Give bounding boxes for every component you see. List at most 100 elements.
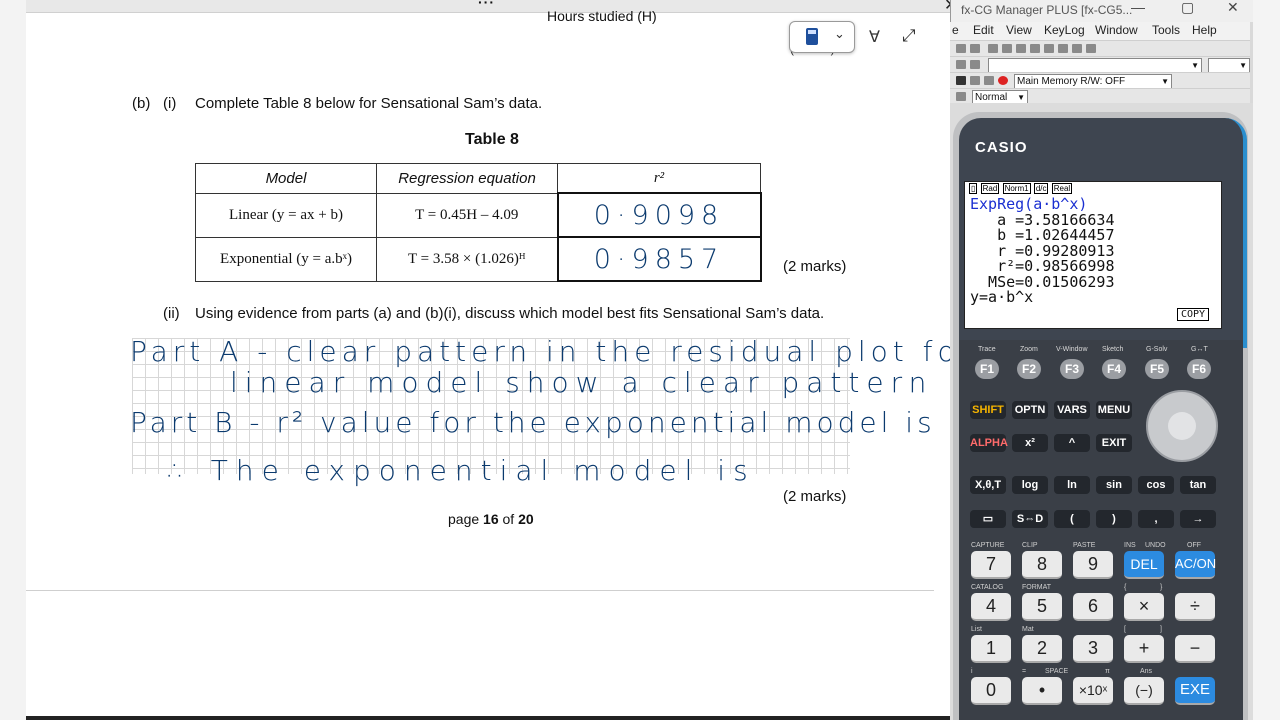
key-4[interactable]: 4 — [971, 593, 1011, 621]
play-icon[interactable] — [956, 76, 966, 85]
stop-icon[interactable] — [970, 76, 980, 85]
key-optn[interactable]: OPTN — [1012, 401, 1048, 419]
find-icon[interactable] — [1072, 44, 1082, 53]
undo-icon[interactable] — [1044, 44, 1054, 53]
table-8: Model Regression equation r² Linear (y =… — [195, 163, 762, 282]
manager-title: fx-CG Manager PLUS [fx-CG5... — [961, 3, 1133, 17]
key-s-d[interactable]: S⇔D — [1012, 510, 1048, 528]
model-linear: Linear (y = ax + b) — [195, 192, 377, 238]
calculator-tool-button[interactable]: ⌄ — [789, 21, 855, 53]
answer-linear[interactable]: 0·9098 — [556, 192, 762, 238]
key-log[interactable]: log — [1012, 476, 1048, 494]
key-f4[interactable]: F4 — [1102, 359, 1126, 379]
key-3[interactable]: 3 — [1073, 635, 1113, 663]
pause-icon[interactable] — [984, 76, 994, 85]
key-9[interactable]: 9 — [1073, 551, 1113, 579]
close-window-icon[interactable]: ✕ — [1227, 0, 1239, 16]
key-multiply[interactable]: × — [1124, 593, 1164, 621]
key-power[interactable]: ^ — [1054, 434, 1090, 452]
tool-icon[interactable] — [1086, 44, 1096, 53]
paste-icon[interactable] — [1030, 44, 1040, 53]
screen-icon[interactable] — [956, 60, 966, 69]
label-open-bracket: [ — [1124, 626, 1126, 633]
key-arrow[interactable]: → — [1180, 510, 1216, 528]
manager-title-bar: fx-CG Manager PLUS [fx-CG5... — ▢ ✕ — [950, 0, 1280, 22]
key-alpha[interactable]: ALPHA — [970, 434, 1008, 452]
memory-combo[interactable]: Main Memory R/W: OFF ▼ — [1014, 74, 1172, 89]
expand-icon[interactable]: ⤢ — [902, 26, 916, 46]
label-format: FORMAT — [1022, 584, 1052, 591]
key-menu[interactable]: MENU — [1096, 401, 1132, 419]
zoom-combo[interactable]: ▼ — [1208, 58, 1250, 73]
key-0[interactable]: 0 — [971, 677, 1011, 705]
toolbar-row-2: ▼ ▼ — [950, 56, 1250, 73]
menu-help[interactable]: Help — [1192, 23, 1217, 37]
direction-pad[interactable] — [1146, 390, 1218, 462]
key-square[interactable]: x² — [1012, 434, 1048, 452]
key-exe[interactable]: EXE — [1175, 677, 1215, 705]
key-cos[interactable]: cos — [1138, 476, 1174, 494]
save-icon[interactable] — [970, 44, 980, 53]
key-exp[interactable]: ×10ˣ — [1073, 677, 1113, 705]
maximize-icon[interactable]: ▢ — [1181, 0, 1194, 16]
copy-icon[interactable] — [1016, 44, 1026, 53]
key-xthetat[interactable]: X,θ,T — [970, 476, 1006, 494]
mode-combo-value: Normal — [975, 92, 1008, 103]
more-options-icon[interactable]: ··· — [478, 0, 495, 10]
pen-icon[interactable]: ∀ — [869, 27, 880, 47]
key-1[interactable]: 1 — [971, 635, 1011, 663]
key-shift[interactable]: SHIFT — [970, 401, 1006, 419]
key-7[interactable]: 7 — [971, 551, 1011, 579]
key-f2[interactable]: F2 — [1017, 359, 1041, 379]
key-fraction[interactable]: ▭ — [970, 510, 1006, 528]
key-negative[interactable]: (−) — [1124, 677, 1164, 705]
record-dot-icon[interactable] — [998, 76, 1008, 85]
key-5[interactable]: 5 — [1022, 593, 1062, 621]
record-icon[interactable] — [970, 60, 980, 69]
print-icon[interactable] — [988, 44, 998, 53]
question-label-ii: (ii) — [163, 305, 180, 322]
screen-line-1: ExpReg(a·b^x) — [970, 195, 1088, 213]
menu-edit[interactable]: Edit — [973, 23, 994, 37]
key-ln[interactable]: ln — [1054, 476, 1090, 494]
menu-view[interactable]: View — [1006, 23, 1032, 37]
copy-softkey[interactable]: COPY — [1177, 308, 1210, 321]
menu-file[interactable]: e — [952, 23, 959, 37]
key-tan[interactable]: tan — [1180, 476, 1216, 494]
menu-keylog[interactable]: KeyLog — [1044, 23, 1085, 37]
key-close-paren[interactable]: ) — [1096, 510, 1132, 528]
key-plus[interactable]: + — [1124, 635, 1164, 663]
key-divide[interactable]: ÷ — [1175, 593, 1215, 621]
cut-icon[interactable] — [1002, 44, 1012, 53]
key-f3[interactable]: F3 — [1060, 359, 1084, 379]
key-f1[interactable]: F1 — [975, 359, 999, 379]
key-comma[interactable]: , — [1138, 510, 1174, 528]
key-2[interactable]: 2 — [1022, 635, 1062, 663]
minimize-icon[interactable]: — — [1131, 0, 1145, 15]
fkey-label-5: G-Solv — [1146, 346, 1168, 353]
label-space: SPACE — [1045, 668, 1069, 675]
key-vars[interactable]: VARS — [1054, 401, 1090, 419]
key-sin[interactable]: sin — [1096, 476, 1132, 494]
answer-exponential[interactable]: 0·9857 — [556, 236, 762, 282]
key-ac-on[interactable]: AC/ON — [1175, 551, 1216, 579]
open-icon[interactable] — [956, 44, 966, 53]
equation-exponential: T = 3.58 × (1.026)ᴴ — [376, 236, 558, 282]
key-decimal[interactable]: • — [1022, 677, 1062, 705]
model-exponential: Exponential (y = a.bˣ) — [195, 236, 377, 282]
key-del[interactable]: DEL — [1124, 551, 1164, 579]
key-6[interactable]: 6 — [1073, 593, 1113, 621]
key-exit[interactable]: EXIT — [1096, 434, 1132, 452]
label-clip: CLIP — [1022, 542, 1038, 549]
menu-window[interactable]: Window — [1095, 23, 1138, 37]
redo-icon[interactable] — [1058, 44, 1068, 53]
screen-line-7: y=a·b^x — [970, 288, 1034, 306]
key-8[interactable]: 8 — [1022, 551, 1062, 579]
command-combo[interactable]: ▼ — [988, 58, 1202, 73]
key-open-paren[interactable]: ( — [1054, 510, 1090, 528]
display-icon[interactable] — [956, 92, 966, 101]
key-f5[interactable]: F5 — [1145, 359, 1169, 379]
key-f6[interactable]: F6 — [1187, 359, 1211, 379]
key-minus[interactable]: − — [1175, 635, 1215, 663]
menu-tools[interactable]: Tools — [1152, 23, 1180, 37]
